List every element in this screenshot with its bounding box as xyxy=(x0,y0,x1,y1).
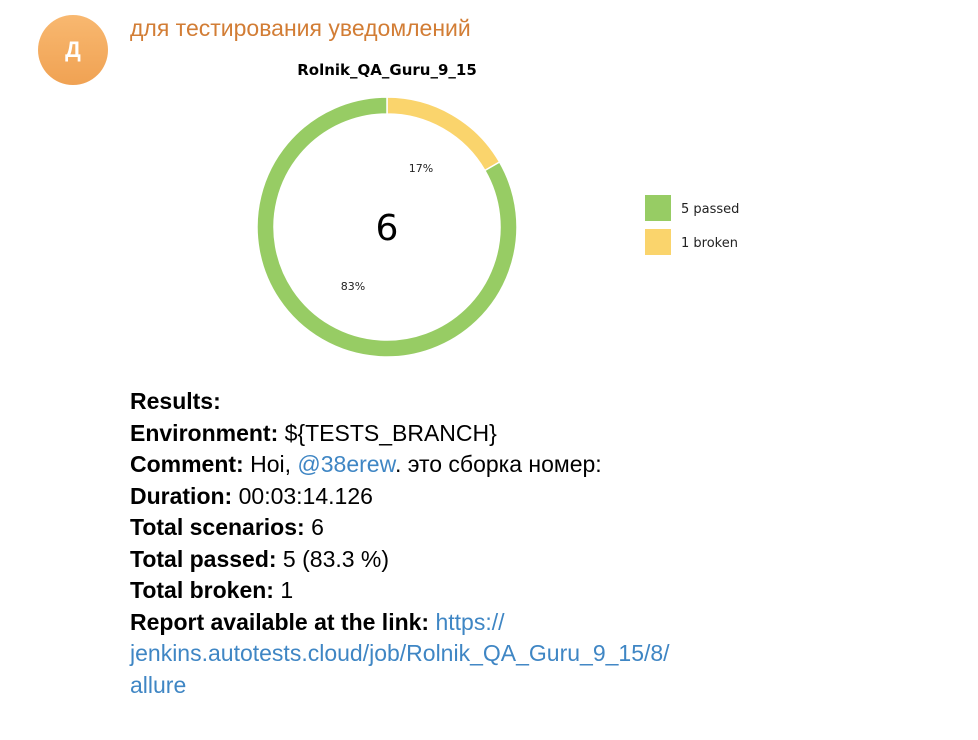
total-scenarios-line: Total scenarios: 6 xyxy=(130,512,950,544)
slice-label-passed: 83% xyxy=(341,280,365,293)
report-link-part[interactable]: https:// xyxy=(429,609,504,635)
chart-title: Rolnik_QA_Guru_9_15 xyxy=(297,61,477,79)
total-passed-label: Total passed: xyxy=(130,545,277,572)
avatar-letter: Д xyxy=(65,37,81,62)
total-scenarios-label: Total scenarios: xyxy=(130,514,305,540)
total-broken-label: Total broken: xyxy=(130,577,274,603)
sender-name[interactable]: для тестирования уведомлений xyxy=(130,15,471,42)
duration-value: 00:03:14.126 xyxy=(232,482,373,509)
report-link-part[interactable]: jenkins.autotests.cloud/job/Rolnik_QA_Gu… xyxy=(130,638,950,670)
total-broken-line: Total broken: 1 xyxy=(130,575,950,607)
environment-value: ${TESTS_BRANCH} xyxy=(278,419,497,446)
legend-swatch-passed xyxy=(645,195,671,221)
duration-line: Duration: 00:03:14.126 xyxy=(130,481,950,513)
comment-line: Comment: Hoi, @38erew. это сборка номер: xyxy=(130,449,950,481)
legend-label-broken: 1 broken xyxy=(681,236,738,251)
avatar[interactable]: Д xyxy=(38,15,108,85)
total-passed-value: 5 (83.3 %) xyxy=(276,545,390,572)
environment-label: Environment: xyxy=(130,419,279,446)
legend-label-passed: 5 passed xyxy=(681,202,739,217)
report-label: Report available at the link: xyxy=(130,608,430,635)
results-heading: Results: xyxy=(130,388,221,414)
legend-swatch-broken xyxy=(645,229,671,255)
mention-link[interactable]: @38erew xyxy=(297,451,395,477)
comment-prefix: Hoi, xyxy=(243,451,298,477)
comment-suffix: . это сборка номер: xyxy=(394,451,602,477)
duration-label: Duration: xyxy=(130,482,233,509)
slice-label-broken: 17% xyxy=(409,162,433,175)
donut-chart: Rolnik_QA_Guru_9_15 6 17% 83% 5 passed 1 b… xyxy=(130,55,790,375)
chart-svg: Rolnik_QA_Guru_9_15 6 17% 83% 5 passed 1 b… xyxy=(256,61,739,358)
total-scenarios-value: 6 xyxy=(304,514,324,540)
comment-label: Comment: xyxy=(130,451,244,477)
donut-slice-broken xyxy=(386,96,501,172)
environment-line: Environment: ${TESTS_BRANCH} xyxy=(130,418,950,450)
total-broken-value: 1 xyxy=(273,577,294,603)
report-link-part[interactable]: allure xyxy=(130,670,950,702)
results-message: Results: Environment: ${TESTS_BRANCH} Co… xyxy=(130,386,950,701)
total-passed-line: Total passed: 5 (83.3 %) xyxy=(130,544,950,576)
report-line: Report available at the link: https:// xyxy=(130,607,950,639)
chart-center-total: 6 xyxy=(376,208,399,249)
